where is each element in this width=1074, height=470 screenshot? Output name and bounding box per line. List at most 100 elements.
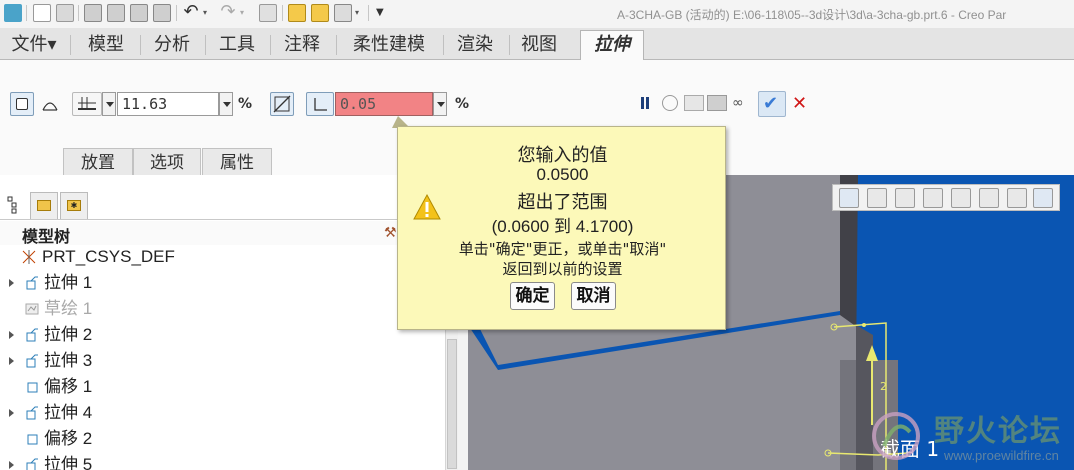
panel-divider [0,219,445,220]
expand-arrow-icon[interactable] [9,331,14,339]
remove-material-icon [273,95,291,113]
window-title: A-3CHA-GB (活动的) E:\06-118\05--3d设计\3d\a-… [617,8,1007,22]
new-file-icon[interactable] [33,4,51,22]
flip-thickness-icon[interactable]: % [455,94,473,114]
tooltip-range: (0.0600 到 4.1700) [491,217,634,236]
solid-button[interactable] [10,92,34,116]
tree-scrollbar-thumb[interactable] [447,339,457,469]
verify-glasses-icon[interactable]: ∞ [732,94,754,112]
tooltip-cancel-button[interactable]: 取消 [571,282,616,310]
offset-icon [27,382,38,393]
expand-arrow-icon[interactable] [9,461,14,469]
tab-placement[interactable]: 放置 [63,148,133,176]
flip-depth-icon[interactable]: % [238,94,256,114]
depth-option-dropdown[interactable] [102,92,116,116]
tab-options[interactable]: 选项 [133,148,201,176]
tree-item-extrude-4[interactable]: 拉伸 4 [0,401,440,425]
model-tree-icon [7,196,17,214]
no-preview-icon[interactable] [662,95,678,111]
sketch-view-icon[interactable] [923,188,943,208]
tab-model[interactable]: 模型 [76,31,136,59]
favorites-tab[interactable]: ✱ [60,192,88,220]
tooltip-line-5: 单击"确定"更正，或单击"取消" [458,240,667,258]
tree-item-offset-2[interactable]: 偏移 2 [0,427,440,451]
remove-material-button[interactable] [270,92,294,116]
backup-icon[interactable] [130,4,148,22]
cancel-x-button[interactable]: ✕ [792,93,810,115]
forum-logo-icon [872,412,920,460]
extrude-icon [26,458,38,470]
depth-value-input[interactable]: 11.63 [117,92,219,116]
tooltip-ok-button[interactable]: 确定 [510,282,555,310]
tab-analysis[interactable]: 分析 [142,31,202,59]
thickness-value-input[interactable]: 0.05 [335,92,433,116]
expand-arrow-icon[interactable] [9,357,14,365]
tree-item-label: 拉伸 3 [44,351,93,370]
windows-icon[interactable] [334,4,352,22]
tree-item-extrude-2[interactable]: 拉伸 2 [0,323,440,347]
customize-toolbar-icon[interactable]: ▼ [376,4,388,22]
tab-annotate[interactable]: 注释 [272,31,332,59]
tree-item-sketch-1[interactable]: 草绘 1 [0,297,440,321]
tree-item-label: 拉伸 2 [44,325,93,344]
tab-tools[interactable]: 工具 [207,31,267,59]
ok-button[interactable]: ✔ [758,91,786,117]
save-copy-icon[interactable] [107,4,125,22]
expand-arrow-icon[interactable] [9,409,14,417]
cancel-x-icon: ✕ [792,93,808,114]
datum-display-icon[interactable] [951,188,971,208]
tree-item-offset-1[interactable]: 偏移 1 [0,375,440,399]
toolbar-separator [368,5,369,21]
tree-item-label: 偏移 2 [44,429,93,448]
preview-attached-icon[interactable] [684,95,704,111]
redo-dropdown-icon[interactable]: ▾ [240,4,248,22]
tree-item-extrude-1[interactable]: 拉伸 1 [0,271,440,295]
toolbar-separator [176,5,177,21]
annotation-display-icon[interactable] [895,188,915,208]
csys-display-icon[interactable] [1033,188,1053,208]
tab-separator [336,35,337,55]
datum-points-icon[interactable] [1007,188,1027,208]
preview-detached-icon[interactable] [707,95,727,111]
folder-change-icon[interactable] [311,4,329,22]
tree-item-extrude-3[interactable]: 拉伸 3 [0,349,440,373]
surface-button[interactable] [38,92,62,116]
tab-render[interactable]: 渲染 [445,31,505,59]
tree-item-extrude-5[interactable]: 拉伸 5 [0,453,440,470]
undo-icon[interactable]: ↶ [182,3,200,22]
tab-file[interactable]: 文件▾ [4,31,64,59]
open-folder-icon[interactable] [56,4,74,22]
tooltip-entered-value: 0.0500 [536,165,589,184]
tab-separator [140,35,141,55]
pause-button[interactable] [638,95,654,111]
redo-icon[interactable]: ↷ [219,3,237,22]
sketch-icon [25,303,39,315]
tab-separator [270,35,271,55]
depth-value-dropdown[interactable] [219,92,233,116]
regenerate-icon[interactable] [259,4,277,22]
tab-view[interactable]: 视图 [509,31,569,59]
model-tree-tab[interactable] [2,193,28,219]
depth-option-button[interactable] [72,92,102,116]
tab-flexible-modeling[interactable]: 柔性建模 [339,31,439,59]
thicken-icon [314,98,327,111]
expand-arrow-icon[interactable] [9,279,14,287]
folder-icon[interactable] [288,4,306,22]
navigator-panel: ✱ 模型树 ⚒ PRT_CSYS_DEF 拉伸 1 草绘 1 拉伸 2 拉伸 3 [0,175,458,470]
tab-properties[interactable]: 属性 [202,148,272,176]
thicken-sketch-button[interactable] [306,92,334,116]
display-style-icon[interactable] [867,188,887,208]
datum-axes-icon[interactable] [979,188,999,208]
extrude-icon [26,354,38,368]
undo-dropdown-icon[interactable]: ▾ [203,4,211,22]
save-icon[interactable] [84,4,102,22]
tab-extrude[interactable]: 拉伸 [580,30,644,60]
refit-icon[interactable] [839,188,859,208]
extrude-icon [26,276,38,290]
tree-item-csys[interactable]: PRT_CSYS_DEF [0,245,440,269]
dimension-label: 2 [880,380,887,393]
close-window-icon[interactable] [153,4,171,22]
folder-browser-tab[interactable] [30,192,58,220]
thickness-value-dropdown[interactable] [433,92,447,116]
windows-dropdown-icon[interactable]: ▾ [355,4,363,22]
